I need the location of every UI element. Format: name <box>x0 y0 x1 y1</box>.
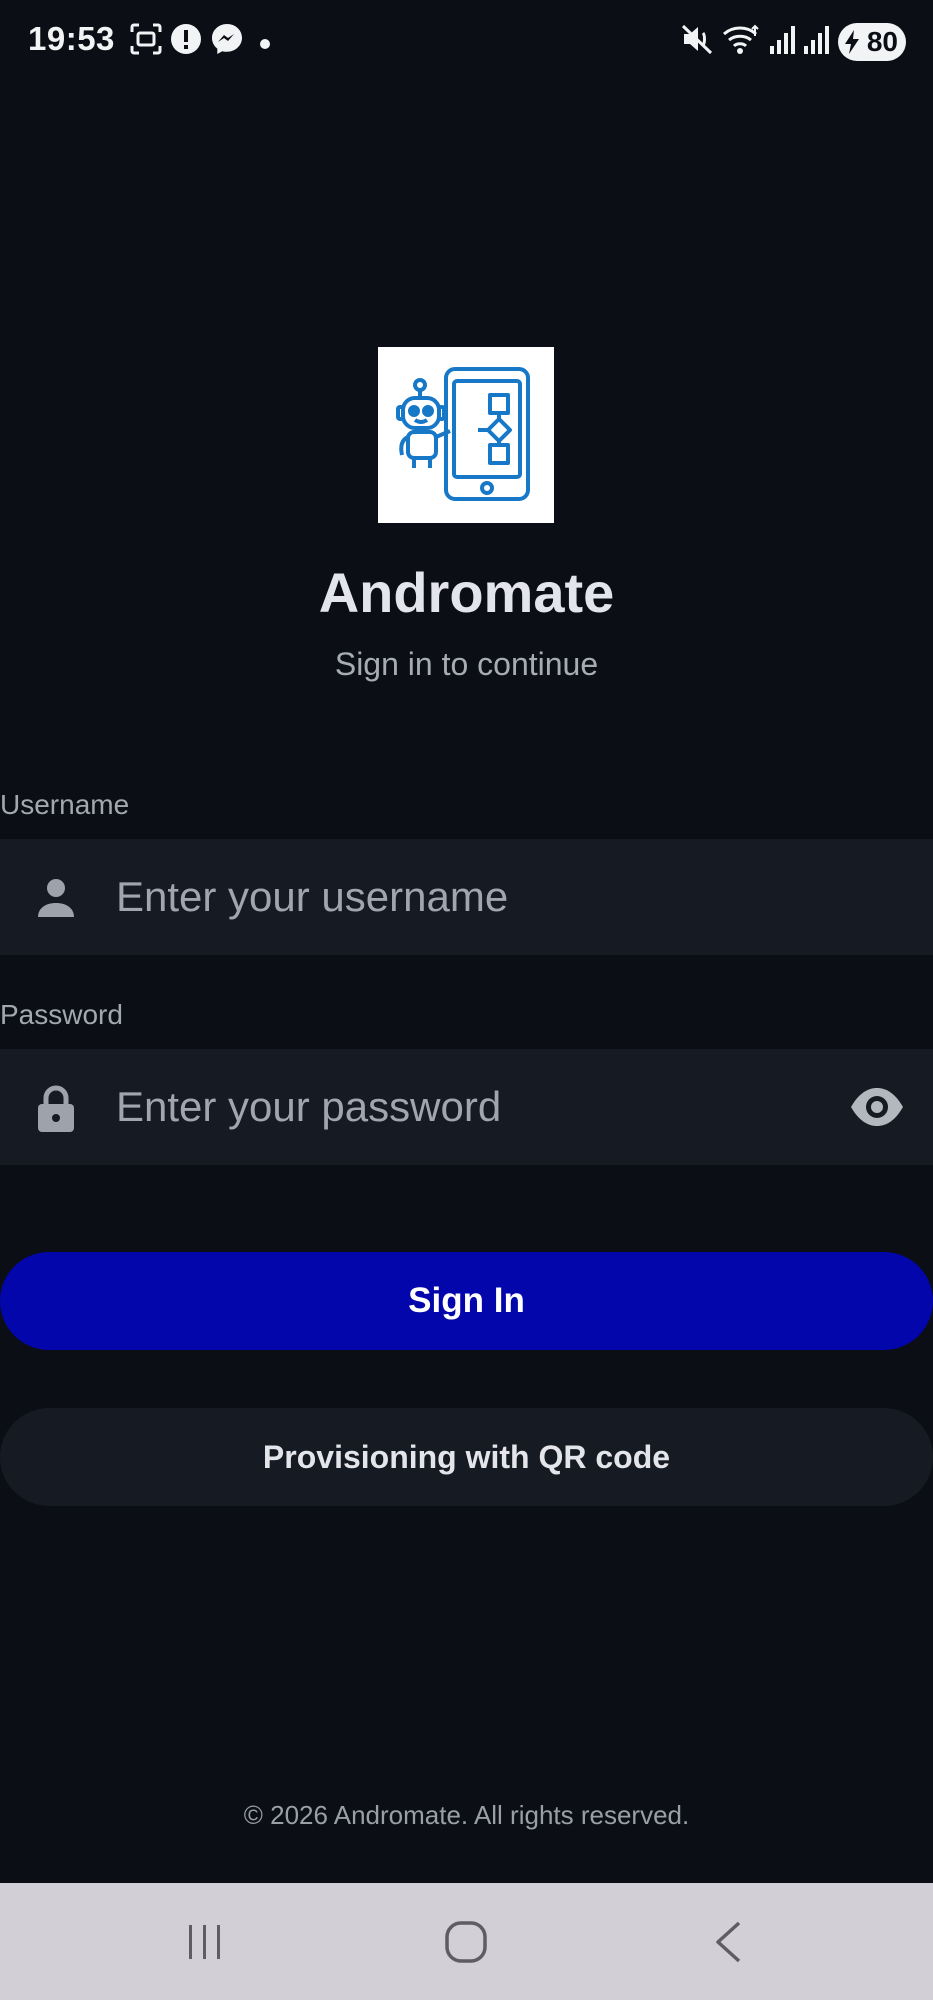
screenshot-icon <box>129 22 163 61</box>
app-title: Andromate <box>318 561 615 624</box>
charging-icon <box>845 30 859 54</box>
robot-phone-logo-icon <box>396 367 530 501</box>
username-field[interactable] <box>0 839 933 955</box>
recent-apps-icon[interactable] <box>105 1883 305 2000</box>
home-icon[interactable] <box>366 1883 566 2000</box>
app-logo <box>378 347 554 523</box>
sign-in-subtitle: Sign in to continue <box>334 646 599 682</box>
password-input[interactable] <box>116 1049 816 1165</box>
username-label: Username <box>0 789 130 820</box>
password-label: Password <box>0 999 123 1030</box>
person-icon <box>34 875 78 924</box>
signal-icon <box>802 22 832 61</box>
show-password-icon[interactable] <box>849 1085 905 1134</box>
mute-icon <box>680 22 714 61</box>
messenger-icon <box>210 22 244 61</box>
status-time: 19:53 <box>28 20 115 57</box>
sign-in-button[interactable]: Sign In <box>0 1252 933 1350</box>
copyright-footer: © 2026 Andromate. All rights reserved. <box>243 1800 690 1830</box>
wifi-icon <box>722 22 762 61</box>
battery-level: 80 <box>866 26 898 57</box>
alert-icon <box>169 22 203 61</box>
dot-icon <box>260 36 270 54</box>
login-screen: 19:53 80 Andromate Sign in to continue U… <box>0 0 933 2000</box>
lock-icon <box>34 1085 78 1138</box>
status-bar: 19:53 80 <box>0 0 933 84</box>
back-icon[interactable] <box>628 1883 828 2000</box>
battery-indicator: 80 <box>838 23 906 61</box>
qr-provisioning-button[interactable]: Provisioning with QR code <box>0 1408 933 1506</box>
username-input[interactable] <box>116 839 816 955</box>
password-field[interactable] <box>0 1049 933 1165</box>
signal-icon <box>768 22 798 61</box>
system-nav-bar <box>0 1883 933 2000</box>
